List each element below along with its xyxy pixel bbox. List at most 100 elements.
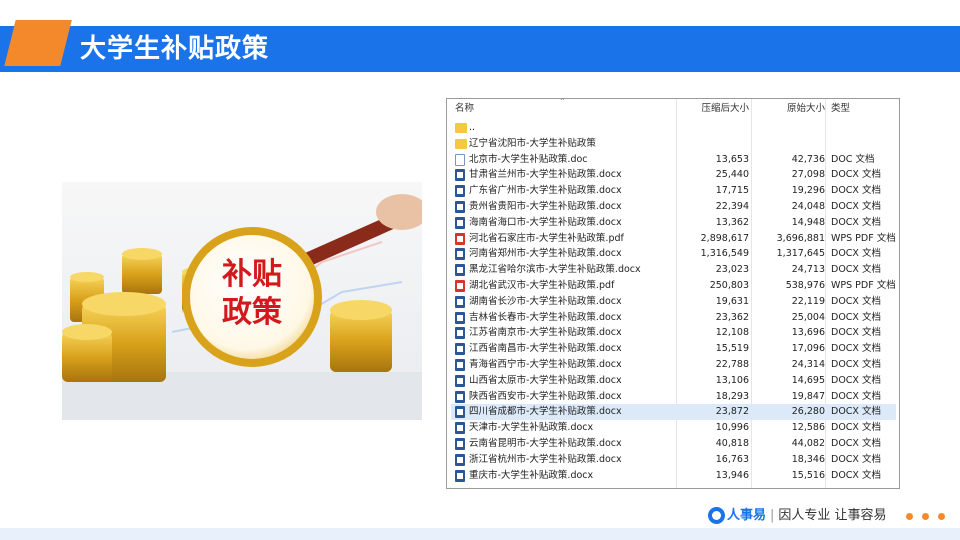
file-type: DOCX 文档 [831,422,881,434]
file-name: 湖南省长沙市-大学生补贴政策.docx [469,295,622,307]
file-type: DOCX 文档 [831,438,881,449]
original-size: 14,695 [791,374,825,386]
compressed-size: 13,106 [715,374,749,386]
compressed-size: 18,293 [715,390,749,402]
header-accent-overlay [4,20,72,66]
pdf-file-icon [455,280,465,292]
file-row[interactable]: 江西省南昌市-大学生补贴政策.docx 15,519 17,096 DOCX 文档 [451,341,896,357]
file-name: 浙江省杭州市-大学生补贴政策.docx [469,453,622,465]
file-name: 贵州省贵阳市-大学生补贴政策.docx [469,201,622,212]
file-row[interactable]: 江苏省南京市-大学生补贴政策.docx 12,108 13,696 DOCX 文档 [451,325,896,341]
dot [906,513,913,520]
file-row[interactable]: 河北省石家庄市-大学生补贴政策.pdf 2,898,617 3,696,881 WPS… [451,231,896,247]
docx-file-icon [455,406,465,419]
file-name: 江苏省南京市-大学生补贴政策.docx [469,327,622,339]
file-type: WPS PDF 文档 [831,280,896,291]
compressed-size: 13,946 [715,469,749,481]
footer-strip [0,528,960,540]
docx-file-icon [455,469,465,482]
magnifier-handle [295,194,422,269]
docx-file-icon [455,390,465,403]
column-header-name[interactable]: 名称 [455,99,474,119]
compressed-size: 25,440 [715,169,749,181]
original-size: 18,346 [791,453,825,465]
compressed-size: 22,394 [715,201,749,212]
original-size: 3,696,881 [776,232,825,244]
docx-file-icon [455,295,465,308]
file-name: 四川省成都市-大学生补贴政策.docx [469,406,622,418]
file-name: 云南省昆明市-大学生补贴政策.docx [469,438,622,449]
file-row[interactable]: 湖南省长沙市-大学生补贴政策.docx 19,631 22,119 DOCX 文档 [451,294,896,310]
docx-file-icon [455,311,465,324]
file-row[interactable]: 广东省广州市-大学生补贴政策.docx 17,715 19,296 DOCX 文档 [451,183,896,199]
docx-file-icon [455,264,465,277]
original-size: 13,696 [791,327,825,339]
original-size: 24,048 [791,201,825,212]
docx-file-icon [455,438,465,450]
file-name: 湖北省武汉市-大学生补贴政策.pdf [469,280,615,291]
subsidy-policy-photo: 补贴 政策 [62,182,422,420]
file-row[interactable]: 浙江省杭州市-大学生补贴政策.docx 16,763 18,346 DOCX 文档 [451,452,896,468]
file-row[interactable]: 贵州省贵阳市-大学生补贴政策.docx 22,394 24,048 DOCX 文档 [451,199,896,215]
file-name: 河北省石家庄市-大学生补贴政策.pdf [469,232,624,244]
docx-file-icon [455,185,465,198]
original-size: 15,516 [791,469,825,481]
file-row[interactable]: 海南省海口市-大学生补贴政策.docx 13,362 14,948 DOCX 文档 [451,215,896,231]
file-row[interactable]: 河南省郑州市-大学生补贴政策.docx 1,316,549 1,317,645 DOC… [451,246,896,262]
original-size: 19,847 [791,390,825,402]
dot [922,513,929,520]
file-row[interactable]: 四川省成都市-大学生补贴政策.docx 23,872 26,280 DOCX 文档 [451,404,896,421]
dot [938,513,945,520]
original-size: 42,736 [791,153,825,165]
compressed-size: 40,818 [715,438,749,449]
compressed-size: 17,715 [715,185,749,197]
doc-file-icon [455,153,465,166]
file-row[interactable]: 湖北省武汉市-大学生补贴政策.pdf 250,803 538,976 WPS PDF … [451,278,896,294]
file-type: DOCX 文档 [831,169,881,181]
file-type: DOCX 文档 [831,469,881,481]
docx-file-icon [455,453,465,466]
docx-file-icon [455,422,465,435]
original-size: 538,976 [785,280,825,291]
file-type: DOCX 文档 [831,185,881,197]
file-row[interactable]: 天津市-大学生补贴政策.docx 10,996 12,586 DOCX 文档 [451,420,896,436]
compressed-size: 13,653 [715,153,749,165]
docx-file-icon [455,248,465,261]
file-row[interactable]: 黑龙江省哈尔滨市-大学生补贴政策.docx 23,023 24,713 DOCX 文档 [451,262,896,278]
compressed-size: 13,362 [715,216,749,228]
file-name: 重庆市-大学生补贴政策.docx [469,469,594,481]
docx-file-icon [455,359,465,371]
file-row[interactable]: 陕西省西安市-大学生补贴政策.docx 18,293 19,847 DOCX 文档 [451,389,896,405]
renshiyi-logo-icon [708,507,725,524]
column-header-original-size[interactable]: 原始大小 [751,99,825,119]
file-row[interactable]: 山西省太原市-大学生补贴政策.docx 13,106 14,695 DOCX 文档 [451,373,896,389]
file-type: DOCX 文档 [831,295,881,307]
file-row[interactable]: 青海省西宁市-大学生补贴政策.docx 22,788 24,314 DOCX 文档 [451,357,896,373]
file-row[interactable]: 北京市-大学生补贴政策.doc 13,653 42,736 DOC 文档 [451,152,896,168]
file-type: DOCX 文档 [831,327,881,339]
file-name: 海南省海口市-大学生补贴政策.docx [469,216,622,228]
file-name: 吉林省长春市-大学生补贴政策.docx [469,311,622,323]
original-size: 17,096 [791,343,825,355]
file-type: DOCX 文档 [831,374,881,386]
file-name: 甘肃省兰州市-大学生补贴政策.docx [469,169,622,181]
folder-row[interactable]: .. [451,120,896,136]
original-size: 44,082 [791,438,825,449]
file-name: 河南省郑州市-大学生补贴政策.docx [469,248,622,260]
original-size: 27,098 [791,169,825,181]
column-header-compressed-size[interactable]: 压缩后大小 [651,99,749,119]
file-row[interactable]: 重庆市-大学生补贴政策.docx 13,946 15,516 DOCX 文档 [451,468,896,484]
file-type: DOC 文档 [831,153,875,165]
file-row[interactable]: 云南省昆明市-大学生补贴政策.docx 40,818 44,082 DOCX 文档 [451,436,896,452]
compressed-size: 15,519 [715,343,749,355]
original-size: 26,280 [791,406,825,418]
file-row[interactable]: 吉林省长春市-大学生补贴政策.docx 23,362 25,004 DOCX 文档 [451,310,896,326]
page-title: 大学生补贴政策 [80,34,270,64]
compressed-size: 23,023 [715,264,749,276]
column-header-type[interactable]: 类型 [831,99,850,119]
compressed-size: 23,362 [715,311,749,323]
original-size: 22,119 [791,295,825,307]
folder-row[interactable]: 辽宁省沈阳市-大学生补贴政策 [451,136,896,152]
file-row[interactable]: 甘肃省兰州市-大学生补贴政策.docx 25,440 27,098 DOCX 文档 [451,167,896,183]
file-name: 辽宁省沈阳市-大学生补贴政策 [469,137,596,149]
